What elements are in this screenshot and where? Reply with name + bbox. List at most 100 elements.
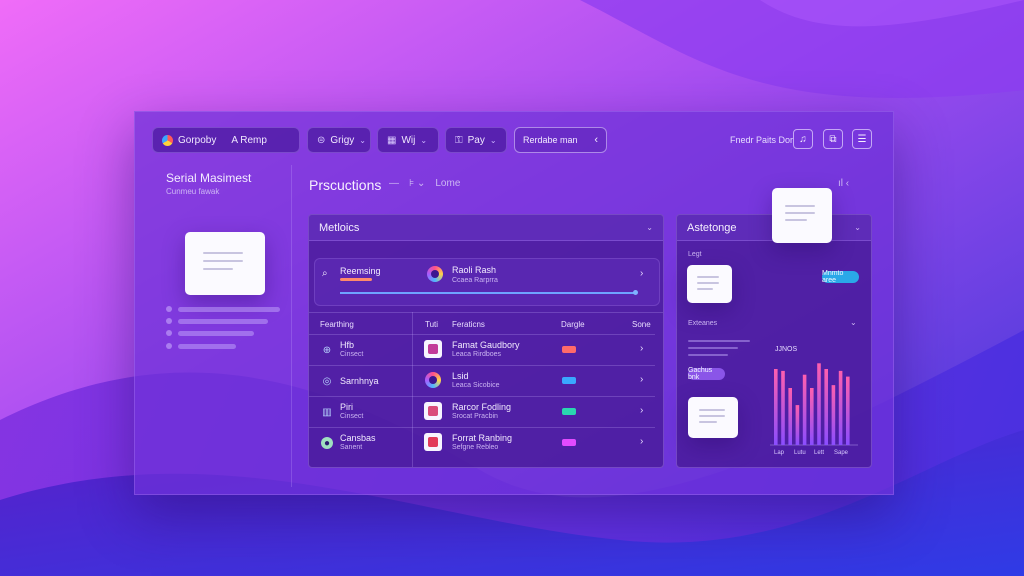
bell-icon[interactable]: ♫ bbox=[793, 129, 813, 149]
sidebar-item[interactable] bbox=[166, 306, 280, 312]
chart-bar bbox=[810, 388, 814, 445]
swirl-logo-icon bbox=[427, 266, 443, 282]
table-divider bbox=[309, 396, 655, 397]
table-divider bbox=[309, 365, 655, 366]
row-left-label: Hfb bbox=[340, 340, 355, 350]
workspace-sub-label: A Remp bbox=[231, 134, 267, 146]
column-header[interactable]: Dargle bbox=[561, 320, 585, 329]
workspace-label: Gorpoby bbox=[178, 134, 217, 146]
action-pill-button[interactable]: Mnmto aree bbox=[822, 270, 859, 284]
chevron-down-icon: ⌄ bbox=[420, 135, 428, 145]
globe-icon: ⊕ bbox=[322, 344, 332, 356]
filter-icon[interactable]: ⊧ ⌄ bbox=[409, 178, 425, 189]
row-sub: Srocat Pracbin bbox=[452, 413, 498, 420]
search-value: Rerdabe man bbox=[523, 135, 578, 145]
row-sub: Leaca Rirdboes bbox=[452, 351, 502, 358]
row-title: Rarcor Fodling bbox=[452, 402, 512, 412]
category-label: Grigy bbox=[330, 134, 355, 146]
category-dropdown[interactable]: ⊜ Grigy ⌄ bbox=[307, 127, 371, 153]
chevron-down-icon: ⌄ bbox=[646, 223, 653, 232]
row-sub: Sefgne Rebleo bbox=[452, 444, 499, 451]
metrics-panel-title: Metloics bbox=[319, 221, 360, 234]
status-tag bbox=[562, 439, 576, 446]
share-icon[interactable]: ⧉ bbox=[823, 129, 843, 149]
chevron-right-icon[interactable]: › bbox=[640, 405, 643, 416]
column-header[interactable]: Feraticns bbox=[452, 320, 485, 329]
sidebar-item[interactable] bbox=[166, 330, 254, 336]
table-column-divider bbox=[412, 312, 413, 467]
dash-icon[interactable]: — bbox=[389, 178, 399, 189]
chevron-right-icon[interactable]: › bbox=[640, 374, 643, 385]
chart-bar bbox=[846, 376, 850, 445]
search-icon: ⌕ bbox=[322, 268, 328, 279]
avatar-icon: ● bbox=[321, 437, 333, 449]
chevron-down-icon: ⌄ bbox=[489, 135, 497, 145]
sidebar-divider bbox=[291, 165, 292, 487]
row-title: Famat Gaudbory bbox=[452, 340, 520, 350]
chart-x-tick: Lutu bbox=[794, 450, 806, 456]
panel-label: Legt bbox=[688, 251, 702, 258]
row-thumbnail bbox=[424, 371, 442, 389]
settings-document-card[interactable] bbox=[687, 265, 732, 303]
chevron-right-icon[interactable]: › bbox=[640, 343, 643, 354]
chart-bar bbox=[824, 369, 828, 445]
status-tag bbox=[562, 377, 576, 384]
settings-note-card[interactable] bbox=[688, 397, 738, 438]
settings-panel-title: Astetonge bbox=[687, 221, 737, 234]
chart-bar bbox=[788, 388, 792, 445]
chevron-right-icon[interactable]: › bbox=[640, 268, 643, 279]
pay-label: Pay bbox=[467, 134, 485, 146]
table-divider bbox=[309, 334, 655, 335]
chevron-right-icon[interactable]: › bbox=[640, 436, 643, 447]
menu-icon[interactable]: ☰ bbox=[852, 129, 872, 149]
row-left-label: Cansbas bbox=[340, 433, 376, 443]
sidebar-document-card[interactable] bbox=[185, 232, 265, 295]
highlight-progress[interactable] bbox=[340, 290, 638, 295]
chart-bar bbox=[781, 370, 785, 445]
workspace-chip[interactable]: Gorpoby A Remp bbox=[152, 127, 300, 153]
column-header[interactable]: Fearthing bbox=[320, 320, 354, 329]
column-header[interactable]: Tuti bbox=[425, 320, 438, 329]
chart-bar bbox=[817, 363, 821, 445]
view-label: Wij bbox=[401, 134, 416, 146]
row-thumbnail bbox=[424, 402, 442, 420]
text-line bbox=[688, 347, 738, 349]
row-title: Lsid bbox=[452, 371, 469, 381]
back-chevron-icon: ‹ bbox=[594, 134, 598, 146]
chart-toggle-icon[interactable]: ıl ‹ bbox=[838, 178, 849, 189]
chart-x-tick: Sape bbox=[834, 450, 849, 456]
floating-document-card[interactable] bbox=[772, 188, 832, 243]
chart-bar bbox=[831, 385, 836, 445]
text-line bbox=[688, 340, 750, 342]
row-sub: Leaca Sicobice bbox=[452, 382, 500, 389]
sidebar-subtitle: Cunmeu fawak bbox=[166, 187, 220, 196]
row-left-label: Piri bbox=[340, 402, 353, 412]
row-left-sub: Sanent bbox=[340, 444, 363, 451]
page-title: Prscuctions bbox=[309, 177, 382, 193]
app-logo-icon bbox=[162, 134, 173, 146]
tag-icon: ⊜ bbox=[317, 134, 326, 146]
chart-bar bbox=[795, 405, 800, 445]
bar-chart: Lap Lutu Lett Sape bbox=[770, 363, 858, 456]
title-tool-text[interactable]: Lome bbox=[435, 178, 460, 189]
chevron-down-icon[interactable]: ⌄ bbox=[850, 318, 857, 327]
text-line bbox=[688, 354, 728, 356]
highlight-accent-bar bbox=[340, 278, 372, 281]
row-title: Forrat Ranbing bbox=[452, 433, 513, 443]
chart-bar bbox=[802, 374, 807, 445]
search-input[interactable]: Rerdabe man ‹ bbox=[514, 127, 607, 153]
chart-x-tick: Lap bbox=[774, 450, 785, 456]
view-dropdown[interactable]: ▦ Wij ⌄ bbox=[377, 127, 439, 153]
metrics-panel-header[interactable]: Metloics ⌄ bbox=[309, 215, 663, 241]
highlight-left-label: Reemsing bbox=[340, 266, 381, 276]
section-label: Exteanes bbox=[688, 320, 718, 327]
progress-knob[interactable] bbox=[633, 290, 638, 295]
secondary-pill-button[interactable]: Gachus bnk bbox=[688, 367, 725, 381]
sidebar-title: Serial Masimest bbox=[166, 171, 252, 185]
sidebar-item[interactable] bbox=[166, 318, 268, 324]
chart-x-tick: Lett bbox=[814, 450, 824, 456]
grid-icon: ▦ bbox=[387, 134, 397, 146]
sidebar-item[interactable] bbox=[166, 343, 236, 349]
column-header[interactable]: Sone bbox=[632, 320, 651, 329]
pay-dropdown[interactable]: ⚿ Pay ⌄ bbox=[445, 127, 507, 153]
